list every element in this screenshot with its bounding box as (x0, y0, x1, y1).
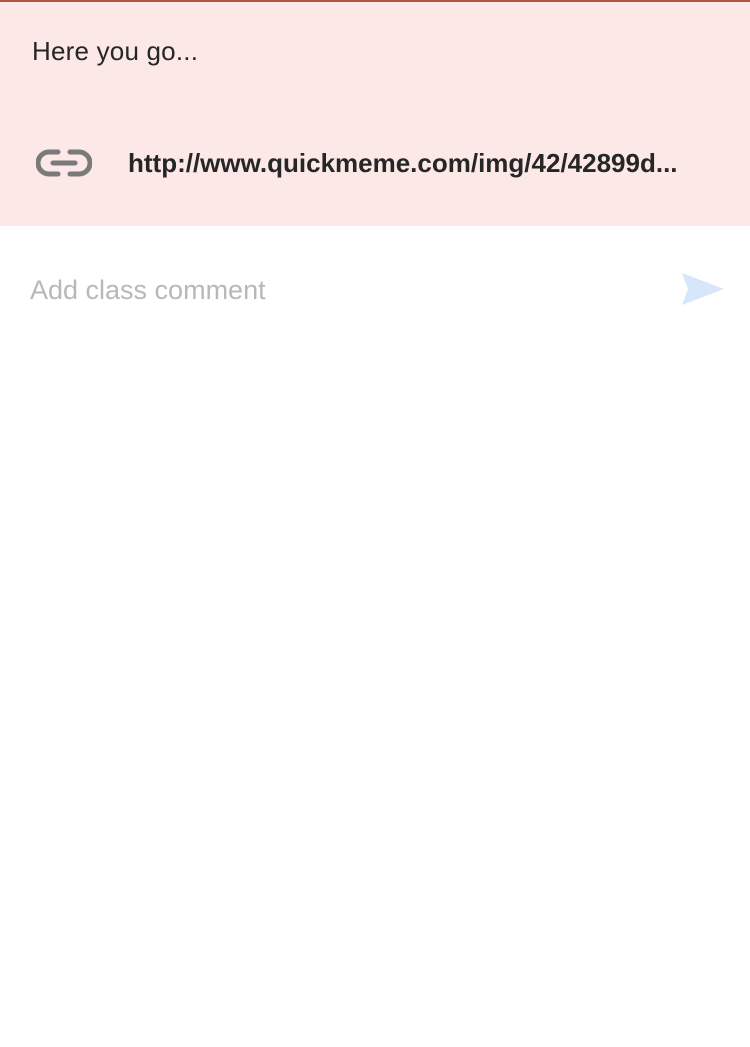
stream-post-page: Here you go... http://www.quickmeme.com/… (0, 0, 750, 1047)
post-card: Here you go... http://www.quickmeme.com/… (0, 0, 750, 226)
link-icon (35, 148, 93, 178)
send-button[interactable] (676, 268, 728, 312)
post-text: Here you go... (32, 36, 199, 66)
class-comment-bar (0, 226, 750, 356)
class-comment-input[interactable] (30, 266, 650, 314)
link-url[interactable]: http://www.quickmeme.com/img/42/42899d..… (128, 148, 712, 179)
link-attachment[interactable]: http://www.quickmeme.com/img/42/42899d..… (0, 132, 750, 196)
send-icon (678, 272, 726, 312)
